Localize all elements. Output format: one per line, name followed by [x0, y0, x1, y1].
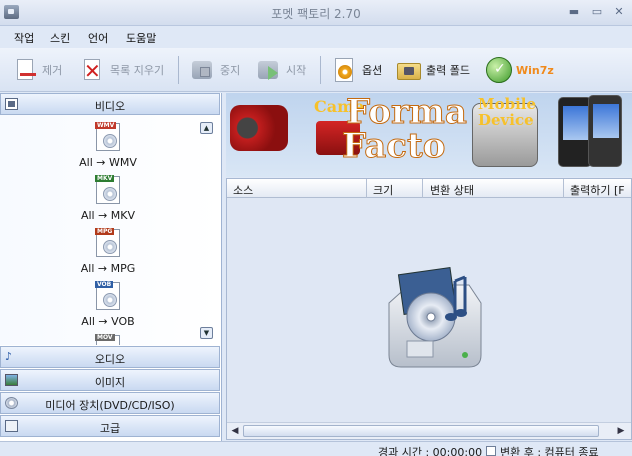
advanced-category[interactable]: 고급: [0, 415, 220, 437]
scrollbar-thumb[interactable]: [243, 425, 599, 437]
elapsed-time: 경과 시간 : 00:00:00: [378, 446, 483, 456]
smartphone-icon: [588, 95, 622, 167]
toolbar: 제거 ✕ 목록 지우기 중지 시작 옵션 출력 폴드 ✓ Win7z: [0, 48, 632, 92]
minimize-icon[interactable]: ▬: [566, 4, 582, 20]
scroll-down-button[interactable]: ▼: [200, 327, 213, 339]
horizontal-scrollbar[interactable]: ◀ ▶: [227, 422, 631, 439]
format-item-wmv[interactable]: WMV All → WMV: [0, 122, 200, 173]
menu-language[interactable]: 언어: [88, 30, 108, 46]
camcorder-icon: [230, 105, 288, 151]
format-item-mov[interactable]: MOV: [0, 334, 200, 345]
scroll-right-icon[interactable]: ▶: [615, 425, 627, 437]
folder-icon: [396, 57, 422, 83]
video-file-icon: MKV: [95, 175, 120, 204]
format-label: All → MPG: [80, 262, 136, 275]
toolbar-separator: [320, 56, 321, 84]
title-bar: 포멧 팩토리 2.70 ▬ ▭ ✕: [0, 0, 632, 26]
category-panel: 비디오 WMV All → WMV MKV All → MKV MPG All …: [0, 93, 222, 441]
menu-skin[interactable]: 스킨: [50, 30, 70, 46]
globe-icon: ✓: [486, 57, 512, 83]
output-folder-button[interactable]: 출력 폴드: [396, 54, 470, 86]
toolbar-separator: [178, 56, 179, 84]
video-file-icon: MOV: [95, 334, 120, 345]
format-factory-logo-icon: [388, 267, 482, 368]
document-icon: [12, 57, 38, 83]
banner-title-line1: Forma: [346, 93, 468, 132]
video-file-icon: WMV: [95, 122, 120, 151]
task-list-header: 소스 크기 변환 상태 출력하기 [F: [227, 179, 631, 198]
promo-banner: Came Forma Facto Mobile Device: [226, 93, 632, 177]
video-category[interactable]: 비디오: [0, 93, 220, 115]
start-button[interactable]: 시작: [256, 54, 306, 86]
delete-x-icon: ✕: [84, 59, 101, 83]
video-file-icon: MPG: [95, 228, 120, 257]
banner-title-line2: Facto: [341, 126, 446, 166]
format-label: All → VOB: [81, 315, 135, 328]
shutdown-checkbox[interactable]: [486, 446, 496, 456]
clear-list-button[interactable]: ✕ 목록 지우기: [80, 54, 164, 86]
scroll-left-icon[interactable]: ◀: [229, 425, 241, 437]
format-item-mpg[interactable]: MPG All → MPG: [0, 228, 200, 279]
banner-device-text: Device: [478, 111, 534, 129]
format-label: All → MKV: [80, 209, 136, 222]
task-list[interactable]: 소스 크기 변환 상태 출력하기 [F ◀ ▶: [226, 178, 632, 440]
format-item-mkv[interactable]: MKV All → MKV: [0, 175, 200, 226]
after-convert-label: 변환 후 : 컴퓨터 종료: [500, 446, 599, 456]
stop-icon: [190, 57, 216, 83]
remove-button[interactable]: 제거: [12, 54, 62, 86]
column-output[interactable]: 출력하기 [F: [570, 182, 625, 198]
stop-button[interactable]: 중지: [190, 54, 240, 86]
video-file-icon: VOB: [95, 281, 120, 310]
scroll-up-button[interactable]: ▲: [200, 122, 213, 134]
pda-icon: [558, 97, 592, 167]
win7z-button[interactable]: ✓ Win7z: [486, 54, 554, 86]
media-device-category[interactable]: 미디어 장치(DVD/CD/ISO): [0, 392, 220, 414]
format-label: All → WMV: [79, 156, 137, 169]
audio-category[interactable]: ♪ 오디오: [0, 346, 220, 368]
menu-task[interactable]: 작업: [14, 30, 34, 46]
play-icon: [256, 57, 282, 83]
options-button[interactable]: 옵션: [332, 54, 382, 86]
close-icon[interactable]: ✕: [611, 4, 627, 20]
column-status[interactable]: 변환 상태: [430, 182, 474, 198]
format-item-vob[interactable]: VOB All → VOB: [0, 281, 200, 332]
image-category[interactable]: 이미지: [0, 369, 220, 391]
gear-icon: [332, 57, 358, 83]
maximize-icon[interactable]: ▭: [589, 4, 605, 20]
column-source[interactable]: 소스: [233, 182, 253, 198]
menu-bar: 작업 스킨 언어 도움말: [0, 26, 632, 48]
format-list: WMV All → WMV MKV All → MKV MPG All → MP…: [0, 115, 220, 345]
menu-help[interactable]: 도움말: [126, 30, 156, 46]
window-title: 포멧 팩토리 2.70: [271, 7, 361, 21]
status-bar: 경과 시간 : 00:00:00 변환 후 : 컴퓨터 종료: [0, 441, 632, 456]
column-size[interactable]: 크기: [373, 182, 393, 198]
